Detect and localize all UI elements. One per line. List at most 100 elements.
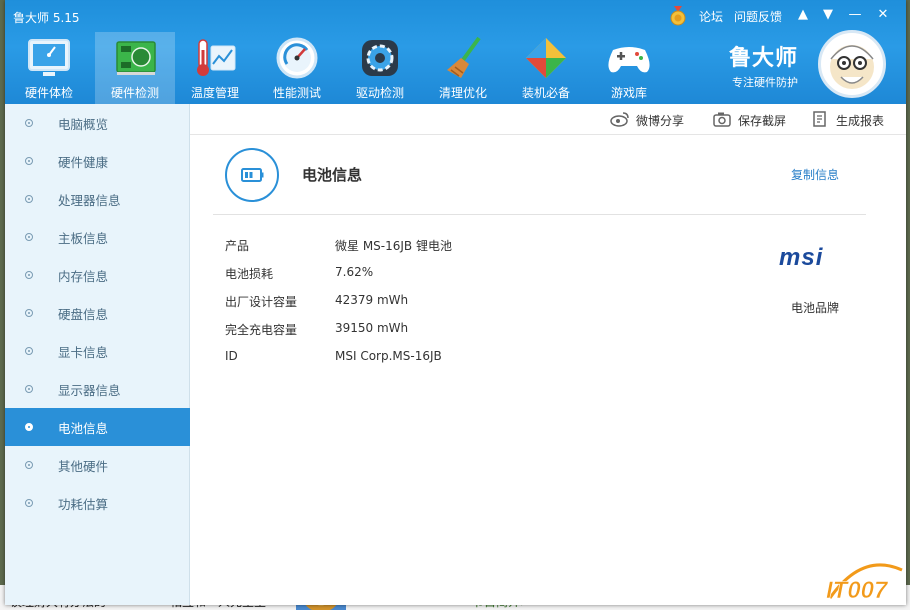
bullet-icon <box>25 347 33 355</box>
nav-label: 驱动检测 <box>355 86 404 100</box>
bullet-icon <box>25 195 33 203</box>
nav-label: 硬件体检 <box>24 86 73 100</box>
brand-slogan: 专注硬件防护 <box>732 76 798 89</box>
mascot-avatar[interactable] <box>818 30 886 98</box>
weibo-share-label: 微博分享 <box>636 114 685 128</box>
minimize-button[interactable]: — <box>846 5 864 25</box>
close-button[interactable]: ✕ <box>874 5 892 25</box>
medal-icon[interactable] <box>669 6 687 26</box>
nav-hardware-detect[interactable]: 硬件检测 <box>95 32 175 104</box>
msi-logo: msi <box>779 244 824 271</box>
nav-label: 温度管理 <box>190 86 239 100</box>
weibo-icon <box>610 112 629 127</box>
copy-info-link[interactable]: 复制信息 <box>791 166 839 183</box>
gamepad-icon <box>608 47 650 73</box>
content-toolbar: 微博分享 保存截屏 生成报表 <box>190 104 906 135</box>
app-window: 鲁大师 5.15 论坛 问题反馈 ▲ ▼ — ✕ 硬件体检 硬件检测 温度管理 … <box>5 0 906 605</box>
bullet-icon <box>25 271 33 279</box>
bullet-icon <box>25 385 33 393</box>
bullet-icon <box>25 233 33 241</box>
bullet-icon <box>25 119 33 127</box>
cube-icon <box>526 38 566 78</box>
camera-icon <box>713 112 731 127</box>
generate-report-label: 生成报表 <box>836 114 885 128</box>
info-value: 42379 mWh <box>335 293 409 307</box>
circuit-board-icon <box>116 41 156 75</box>
info-label: 产品 <box>225 239 250 253</box>
info-value: 7.62% <box>335 265 374 279</box>
save-screenshot-button[interactable]: 保存截屏 <box>712 110 792 130</box>
save-screenshot-label: 保存截屏 <box>738 114 787 128</box>
brand-name: 鲁大师 <box>729 46 799 71</box>
bullet-icon <box>25 157 33 165</box>
info-label: 完全充电容量 <box>225 323 298 337</box>
sidebar-item-label: 硬盘信息 <box>58 307 109 322</box>
window-title: 鲁大师 5.15 <box>13 11 80 25</box>
sidebar-item-label: 电池信息 <box>58 421 109 436</box>
sidebar-item-label: 硬件健康 <box>58 155 109 170</box>
bullet-icon <box>25 423 33 431</box>
battery-icon <box>241 168 264 182</box>
sidebar-item-label: 显示器信息 <box>58 383 121 398</box>
sidebar-item-label: 其他硬件 <box>58 459 109 474</box>
nav-label: 游戏库 <box>610 86 647 100</box>
nav-label: 清理优化 <box>438 86 487 100</box>
sidebar-item-label: 内存信息 <box>58 269 109 284</box>
forum-link[interactable]: 论坛 <box>699 8 723 25</box>
skin-icon[interactable]: ▲ <box>794 5 812 25</box>
report-icon <box>813 111 826 127</box>
sidebar-item-other[interactable]: 其他硬件 <box>5 446 190 484</box>
info-label: 电池损耗 <box>225 267 274 281</box>
nav-cleanup[interactable]: 清理优化 <box>423 32 503 104</box>
info-value: MSI Corp.MS-16JB <box>335 349 442 363</box>
nav-temperature[interactable]: 温度管理 <box>175 32 255 104</box>
monitor-icon <box>28 39 70 76</box>
speedometer-icon <box>276 37 318 79</box>
info-value: 微星 MS-16JB 锂电池 <box>335 239 452 253</box>
sidebar-item-label: 处理器信息 <box>58 193 121 208</box>
sidebar-item-label: 显卡信息 <box>58 345 109 360</box>
sidebar-item-display[interactable]: 显示器信息 <box>5 370 190 408</box>
sidebar-item-overview[interactable]: 电脑概览 <box>5 104 190 142</box>
brand-caption: 电池品牌 <box>791 301 840 315</box>
feedback-link[interactable]: 问题反馈 <box>734 8 782 25</box>
broom-icon <box>447 36 481 78</box>
sidebar-item-motherboard[interactable]: 主板信息 <box>5 218 190 256</box>
sidebar-item-gpu[interactable]: 显卡信息 <box>5 332 190 370</box>
menu-icon[interactable]: ▼ <box>819 5 837 25</box>
sidebar-item-label: 电脑概览 <box>58 117 109 132</box>
divider <box>213 214 866 215</box>
info-label: 出厂设计容量 <box>225 295 298 309</box>
mascot-icon <box>830 45 874 89</box>
nav-hardware-checkup[interactable]: 硬件体检 <box>9 32 89 104</box>
gear-icon <box>362 40 398 76</box>
watermark-text: IT007 <box>826 577 889 604</box>
sidebar-item-label: 主板信息 <box>58 231 109 246</box>
bullet-icon <box>25 499 33 507</box>
thermometer-icon <box>197 39 236 76</box>
sidebar-item-health[interactable]: 硬件健康 <box>5 142 190 180</box>
battery-badge <box>225 148 279 202</box>
page-title: 电池信息 <box>302 166 363 184</box>
sidebar-item-label: 功耗估算 <box>58 497 109 512</box>
sidebar-item-cpu[interactable]: 处理器信息 <box>5 180 190 218</box>
sidebar-item-memory[interactable]: 内存信息 <box>5 256 190 294</box>
nav-driver[interactable]: 驱动检测 <box>340 32 420 104</box>
nav-label: 性能测试 <box>272 86 321 100</box>
bullet-icon <box>25 461 33 469</box>
sidebar-item-power[interactable]: 功耗估算 <box>5 484 190 522</box>
nav-performance[interactable]: 性能测试 <box>257 32 337 104</box>
weibo-share-button[interactable]: 微博分享 <box>610 110 690 130</box>
header-bar: 鲁大师 5.15 论坛 问题反馈 ▲ ▼ — ✕ 硬件体检 硬件检测 温度管理 … <box>5 0 906 104</box>
sidebar-item-disk[interactable]: 硬盘信息 <box>5 294 190 332</box>
watermark-logo: IT007 <box>826 563 903 604</box>
info-value: 39150 mWh <box>335 321 409 335</box>
sidebar: 电脑概览 硬件健康 处理器信息 主板信息 内存信息 硬盘信息 显卡信息 显示器信… <box>5 104 190 605</box>
nav-game-library[interactable]: 游戏库 <box>589 32 669 104</box>
sidebar-item-battery[interactable]: 电池信息 <box>5 408 190 446</box>
nav-essentials[interactable]: 装机必备 <box>506 32 586 104</box>
generate-report-button[interactable]: 生成报表 <box>810 110 890 130</box>
bullet-icon <box>25 309 33 317</box>
nav-label: 装机必备 <box>521 86 570 100</box>
info-label: ID <box>225 349 238 363</box>
